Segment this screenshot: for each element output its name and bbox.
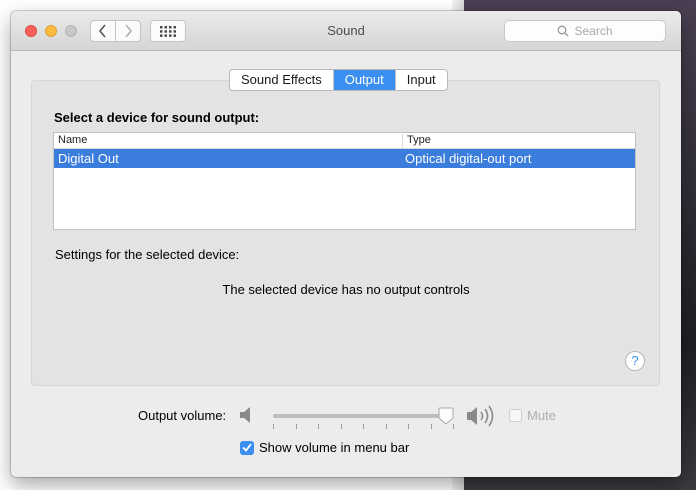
output-device-table[interactable]: Name Type Digital Out Optical digital-ou… [53,132,636,230]
volume-slider-fill [273,414,446,418]
output-panel [31,80,660,386]
tab-input[interactable]: Input [396,70,447,90]
mute-checkbox-box[interactable] [509,409,522,422]
sound-preferences-window: Sound Search Sound Effects Output Input … [11,11,681,477]
slider-tick [341,424,342,429]
speaker-low-icon [240,407,250,423]
search-field[interactable]: Search [504,20,666,42]
titlebar: Sound Search [11,11,681,51]
settings-label: Settings for the selected device: [55,247,240,262]
tab-bar: Sound Effects Output Input [229,69,448,91]
checkmark-icon [242,443,252,452]
table-header: Name Type [54,133,635,149]
tab-sound-effects[interactable]: Sound Effects [230,70,334,90]
search-placeholder: Search [574,24,613,38]
column-header-name[interactable]: Name [58,134,87,146]
show-volume-checkbox-box[interactable] [240,440,254,455]
column-header-type[interactable]: Type [402,134,431,148]
mute-checkbox[interactable]: Mute [509,408,556,423]
slider-tick [273,424,274,429]
device-type-cell: Optical digital-out port [405,151,532,166]
slider-tick [318,424,319,429]
mute-label: Mute [527,408,556,423]
table-row[interactable]: Digital Out Optical digital-out port [54,149,635,168]
show-volume-label: Show volume in menu bar [259,440,410,455]
output-volume-label: Output volume: [138,408,227,423]
speaker-high-icon [467,405,494,427]
device-section-title: Select a device for sound output: [54,110,260,125]
help-button[interactable]: ? [625,351,645,371]
slider-tick [386,424,387,429]
device-name-cell: Digital Out [58,151,119,166]
slider-tick [296,424,297,429]
slider-tick [363,424,364,429]
volume-slider-track[interactable] [273,414,453,418]
slider-tick [431,424,432,429]
volume-slider-ticks [273,424,454,430]
search-icon [558,25,569,37]
volume-slider-thumb[interactable] [438,407,454,425]
tab-output[interactable]: Output [333,70,396,90]
slider-tick [408,424,409,429]
show-volume-checkbox[interactable]: Show volume in menu bar [240,440,409,455]
no-controls-message: The selected device has no output contro… [222,282,470,297]
